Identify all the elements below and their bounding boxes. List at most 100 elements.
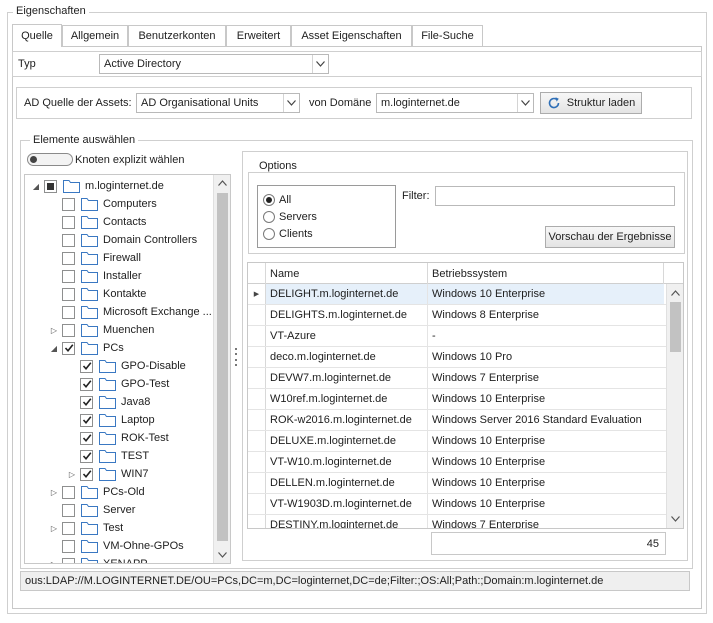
- tree-node-checkbox[interactable]: [62, 539, 75, 553]
- os-filter-radio-all[interactable]: All: [263, 192, 291, 208]
- tree-node-checkbox[interactable]: [62, 215, 75, 229]
- table-row[interactable]: VT-W10.m.loginternet.de Windows 10 Enterp…: [248, 452, 666, 473]
- row-header[interactable]: [248, 347, 266, 367]
- tree-node-checkbox[interactable]: [62, 233, 75, 247]
- tree-node-checkbox[interactable]: [80, 449, 93, 463]
- tree-node[interactable]: Contacts: [49, 213, 146, 231]
- cell-os[interactable]: Windows 10 Enterprise: [428, 494, 664, 514]
- tree-node[interactable]: Java8: [67, 393, 150, 411]
- cell-name[interactable]: VT-W10.m.loginternet.de: [266, 452, 428, 472]
- tree-node[interactable]: Domain Controllers: [49, 231, 197, 249]
- tree-node[interactable]: Microsoft Exchange ...: [49, 303, 212, 321]
- cell-name[interactable]: VT-Azure: [266, 326, 428, 346]
- row-header[interactable]: [248, 431, 266, 451]
- tree-node-checkbox[interactable]: [62, 251, 75, 265]
- cell-os[interactable]: Windows Server 2016 Standard Evaluation: [428, 410, 664, 430]
- tree-node[interactable]: ▷ WIN7: [67, 465, 149, 483]
- tab-erweitert[interactable]: Erweitert: [226, 25, 291, 46]
- row-header[interactable]: [248, 494, 266, 514]
- scroll-down-icon[interactable]: [214, 549, 230, 561]
- tree-node[interactable]: GPO-Disable: [67, 357, 186, 375]
- cell-os[interactable]: Windows 7 Enterprise: [428, 368, 664, 388]
- cell-name[interactable]: W10ref.m.loginternet.de: [266, 389, 428, 409]
- table-row[interactable]: DELLEN.m.loginternet.de Windows 10 Enterp…: [248, 473, 666, 494]
- table-row[interactable]: deco.m.loginternet.de Windows 10 Pro: [248, 347, 666, 368]
- row-header[interactable]: [248, 326, 266, 346]
- cell-os[interactable]: Windows 10 Enterprise: [428, 431, 664, 451]
- load-structure-button[interactable]: Struktur laden: [540, 92, 642, 114]
- table-row[interactable]: DESTINY.m.loginternet.de Windows 7 Enterp…: [248, 515, 666, 528]
- tab-asset-eigenschaften[interactable]: Asset Eigenschaften: [291, 25, 412, 46]
- table-row[interactable]: VT-Azure -: [248, 326, 666, 347]
- row-header[interactable]: [248, 410, 266, 430]
- cell-os[interactable]: Windows 10 Enterprise: [428, 284, 664, 304]
- expanded-arrow-icon[interactable]: ◢: [31, 181, 41, 191]
- tree-scrollbar[interactable]: [213, 175, 230, 563]
- row-header[interactable]: [248, 305, 266, 325]
- table-row[interactable]: DEVW7.m.loginternet.de Windows 7 Enterpri…: [248, 368, 666, 389]
- collapsed-arrow-icon[interactable]: ▷: [49, 325, 59, 335]
- tree-node[interactable]: Server: [49, 501, 135, 519]
- cell-os[interactable]: Windows 10 Pro: [428, 347, 664, 367]
- tree-node-checkbox[interactable]: [80, 431, 93, 445]
- tree-node[interactable]: ▷ XENAPP: [49, 555, 148, 563]
- tree-scroll-thumb[interactable]: [217, 193, 228, 541]
- row-header[interactable]: [248, 368, 266, 388]
- cell-name[interactable]: DELIGHTS.m.loginternet.de: [266, 305, 428, 325]
- tab-benutzerkonten[interactable]: Benutzerkonten: [128, 25, 226, 46]
- ad-source-dropdown[interactable]: AD Organisational Units: [136, 93, 300, 113]
- row-header[interactable]: [248, 389, 266, 409]
- scroll-up-icon[interactable]: [667, 287, 683, 299]
- tree-node-checkbox[interactable]: [80, 377, 93, 391]
- tree-node-checkbox[interactable]: [80, 413, 93, 427]
- column-header-os[interactable]: Betriebssystem: [428, 263, 664, 284]
- cell-name[interactable]: VT-W1903D.m.loginternet.de: [266, 494, 428, 514]
- tree-node[interactable]: ▷ PCs-Old: [49, 483, 145, 501]
- tree-node[interactable]: Firewall: [49, 249, 141, 267]
- table-row[interactable]: DELUXE.m.loginternet.de Windows 10 Enterp…: [248, 431, 666, 452]
- table-row[interactable]: DELIGHTS.m.loginternet.de Windows 8 Enter…: [248, 305, 666, 326]
- grid-scroll-thumb[interactable]: [670, 302, 681, 352]
- tree-node-checkbox[interactable]: [62, 269, 75, 283]
- collapsed-arrow-icon[interactable]: ▷: [67, 469, 77, 479]
- cell-name[interactable]: DESTINY.m.loginternet.de: [266, 515, 428, 528]
- cell-name[interactable]: DEVW7.m.loginternet.de: [266, 368, 428, 388]
- cell-os[interactable]: -: [428, 326, 664, 346]
- filter-input[interactable]: [435, 186, 675, 206]
- tree-node-checkbox[interactable]: [80, 467, 93, 481]
- tree-node-checkbox[interactable]: [62, 305, 75, 319]
- table-row[interactable]: ▶ DELIGHT.m.loginternet.de Windows 10 Ente…: [248, 284, 666, 305]
- explicit-nodes-toggle[interactable]: [27, 153, 73, 166]
- typ-dropdown[interactable]: Active Directory: [99, 54, 329, 74]
- tree-node[interactable]: TEST: [67, 447, 149, 465]
- tab-quelle[interactable]: Quelle: [12, 24, 62, 47]
- tree-node-checkbox[interactable]: [62, 485, 75, 499]
- tree-node[interactable]: Computers: [49, 195, 157, 213]
- tab-file-suche[interactable]: File-Suche: [412, 25, 483, 46]
- tree-node-checkbox[interactable]: [62, 287, 75, 301]
- os-filter-radio-servers[interactable]: Servers: [263, 209, 317, 225]
- results-grid[interactable]: Name Betriebssystem ▶ DELIGHT.m.logintern…: [247, 262, 684, 529]
- tree-node-checkbox[interactable]: [80, 359, 93, 373]
- tree-node-checkbox[interactable]: [44, 179, 57, 193]
- cell-name[interactable]: deco.m.loginternet.de: [266, 347, 428, 367]
- cell-os[interactable]: Windows 10 Enterprise: [428, 389, 664, 409]
- tree-node[interactable]: Laptop: [67, 411, 155, 429]
- tree-node-checkbox[interactable]: [62, 197, 75, 211]
- tree-node[interactable]: ◢ m.loginternet.de: [31, 177, 164, 195]
- tree-node[interactable]: ▷ Test: [49, 519, 123, 537]
- table-row[interactable]: ROK-w2016.m.loginternet.de Windows Server…: [248, 410, 666, 431]
- grid-scrollbar[interactable]: [666, 284, 683, 528]
- preview-results-button[interactable]: Vorschau der Ergebnisse: [545, 226, 675, 248]
- cell-os[interactable]: Windows 7 Enterprise: [428, 515, 664, 528]
- tree-node[interactable]: ▷ Muenchen: [49, 321, 154, 339]
- ou-tree[interactable]: ◢ m.loginternet.de Computers Contacts Domain…: [24, 174, 231, 564]
- radio-button[interactable]: [263, 194, 275, 206]
- cell-name[interactable]: ROK-w2016.m.loginternet.de: [266, 410, 428, 430]
- tree-node[interactable]: ◢ PCs: [49, 339, 124, 357]
- tree-node-checkbox[interactable]: [62, 323, 75, 337]
- tree-node[interactable]: ROK-Test: [67, 429, 169, 447]
- tree-node[interactable]: Kontakte: [49, 285, 146, 303]
- cell-name[interactable]: DELLEN.m.loginternet.de: [266, 473, 428, 493]
- scroll-down-icon[interactable]: [667, 513, 683, 525]
